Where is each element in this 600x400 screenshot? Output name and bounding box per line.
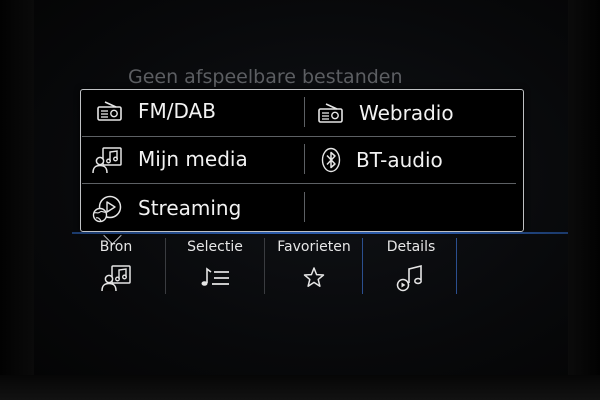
tab-label: Details xyxy=(386,239,436,255)
screen-bezel-right xyxy=(568,0,600,400)
tab-label: Bron xyxy=(99,239,133,255)
tab-bron[interactable]: Bron xyxy=(88,236,144,294)
tab-divider xyxy=(456,238,457,294)
playlist-icon xyxy=(198,263,232,293)
source-label: Webradio xyxy=(359,101,454,125)
source-label: Mijn media xyxy=(138,147,248,171)
source-fm-dab[interactable]: FM/DAB xyxy=(96,94,216,128)
streaming-icon xyxy=(92,195,124,223)
source-bt-audio[interactable]: BT-audio xyxy=(320,143,443,177)
tab-label: Favorieten xyxy=(277,239,351,255)
source-label: BT-audio xyxy=(356,148,443,172)
my-media-icon xyxy=(99,263,133,293)
source-webradio[interactable]: Webradio xyxy=(317,96,454,130)
source-label: Streaming xyxy=(138,196,242,220)
menu-divider xyxy=(304,97,305,127)
tab-selectie[interactable]: Selectie xyxy=(180,236,250,294)
my-media-icon xyxy=(92,146,124,174)
source-label: FM/DAB xyxy=(138,99,216,123)
tab-divider xyxy=(362,238,363,294)
star-icon xyxy=(297,263,331,293)
screen-bezel-bottom xyxy=(0,375,600,400)
tab-divider xyxy=(165,238,166,294)
music-note-icon xyxy=(394,263,428,293)
radio-icon xyxy=(96,98,124,124)
menu-divider xyxy=(304,192,305,222)
bluetooth-icon xyxy=(320,147,342,173)
menu-divider xyxy=(82,183,516,184)
source-streaming[interactable]: Streaming xyxy=(92,191,241,225)
screen-bezel-left xyxy=(0,0,34,400)
tab-label: Selectie xyxy=(187,239,243,255)
tab-details[interactable]: Details xyxy=(366,236,456,294)
menu-divider xyxy=(82,136,516,137)
no-playable-files-message: Geen afspeelbare bestanden xyxy=(128,66,403,88)
infotainment-screen: Geen afspeelbare bestanden FM/DAB Webrad… xyxy=(0,0,600,400)
radio-icon xyxy=(317,100,345,126)
tab-divider xyxy=(264,238,265,294)
menu-divider xyxy=(304,144,305,174)
source-my-media[interactable]: Mijn media xyxy=(92,142,248,176)
nav-accent-line xyxy=(72,232,568,234)
tab-favorieten[interactable]: Favorieten xyxy=(271,236,357,294)
